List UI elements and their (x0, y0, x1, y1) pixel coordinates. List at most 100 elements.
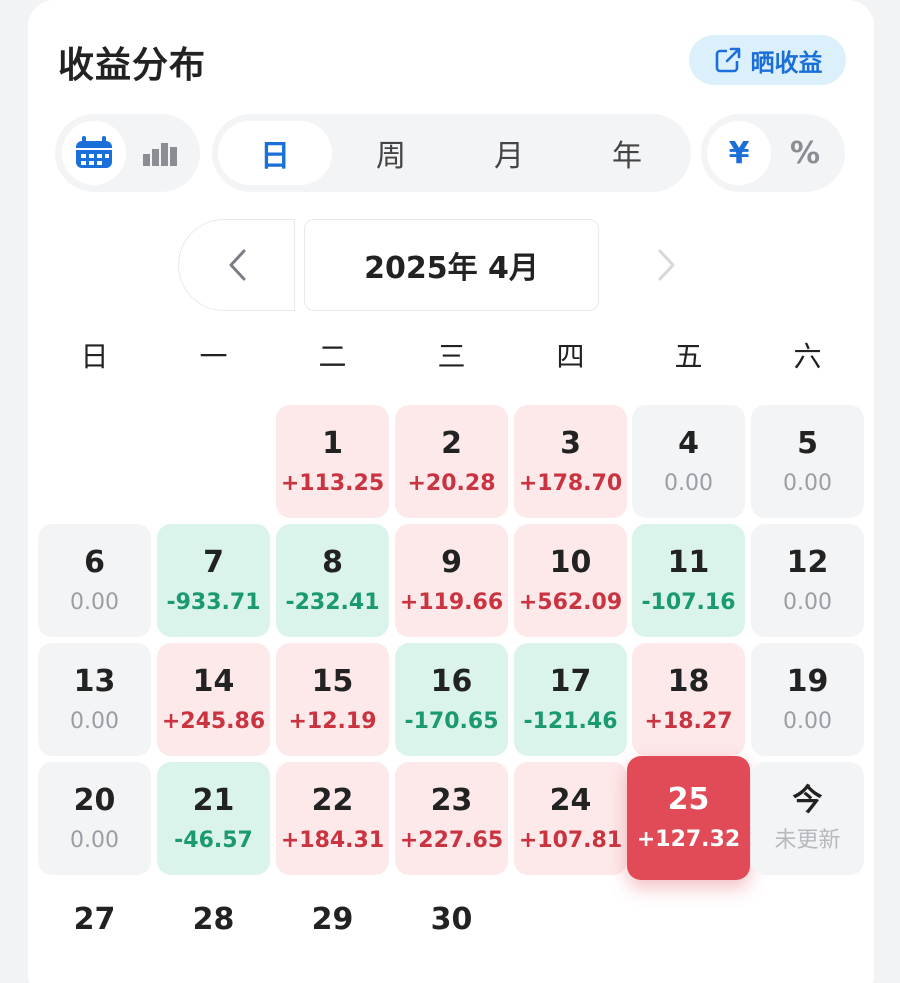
day-number: 27 (73, 902, 116, 937)
weekday-label: 日 (80, 340, 109, 373)
page-title: 收益分布 (58, 45, 207, 86)
day-number: 10 (549, 544, 592, 580)
calendar-day[interactable]: 17 -121.46 (514, 643, 627, 756)
day-earnings: +18.27 (644, 708, 733, 734)
calendar-day[interactable]: 11 -107.16 (632, 524, 745, 637)
tab-week[interactable]: 周 (334, 121, 448, 185)
day-number: 今 (792, 782, 823, 818)
calendar-day[interactable]: 3 +178.70 (514, 405, 627, 518)
weekday-label: 六 (793, 340, 822, 373)
calendar-day[interactable]: 28 (157, 881, 270, 983)
calendar-day[interactable]: 27 (38, 881, 151, 983)
day-number: 22 (311, 782, 354, 818)
day-number: 30 (430, 902, 473, 937)
day-earnings: +227.65 (399, 827, 504, 853)
calendar-day[interactable]: 23 +227.65 (395, 762, 508, 875)
calendar-day[interactable]: 25 +127.32 (627, 756, 750, 880)
day-number: 8 (322, 544, 343, 580)
day-number: 14 (192, 663, 235, 699)
tab-year[interactable]: 年 (570, 121, 684, 185)
calendar-day[interactable]: 5 0.00 (751, 405, 864, 518)
period-tabs: 日 周 月 年 (212, 114, 691, 192)
calendar-day[interactable]: 6 0.00 (38, 524, 151, 637)
chevron-left-icon (229, 249, 245, 281)
calendar-day[interactable]: 16 -170.65 (395, 643, 508, 756)
calendar-view-button[interactable] (62, 121, 126, 185)
day-earnings: -107.16 (641, 589, 736, 615)
day-earnings: +119.66 (399, 589, 504, 615)
next-month-button[interactable] (608, 219, 725, 311)
calendar-icon (76, 136, 112, 168)
day-number: 13 (73, 663, 116, 699)
day-number: 19 (786, 663, 829, 699)
earnings-distribution-card: 收益分布 晒收益 日 周 月 年 ¥ % 2025年 4月 日 一 二 三 四 … (28, 0, 874, 983)
calendar-day[interactable]: 7 -933.71 (157, 524, 270, 637)
bar-chart-icon (143, 143, 177, 166)
calendar-day[interactable]: 14 +245.86 (157, 643, 270, 756)
weekday-label: 三 (437, 340, 466, 373)
day-earnings: 0.00 (70, 589, 119, 615)
calendar-day[interactable]: 4 0.00 (632, 405, 745, 518)
unit-percent-button[interactable]: % (773, 121, 837, 185)
day-earnings: -121.46 (523, 708, 618, 734)
day-number: 12 (786, 544, 829, 580)
day-earnings: -232.41 (285, 589, 380, 615)
chart-view-button[interactable] (129, 121, 193, 185)
weekday-label: 四 (556, 340, 585, 373)
day-number: 6 (84, 544, 105, 580)
calendar-day[interactable]: 20 0.00 (38, 762, 151, 875)
calendar-day[interactable]: 19 0.00 (751, 643, 864, 756)
current-month-label[interactable]: 2025年 4月 (304, 219, 599, 311)
tab-month[interactable]: 月 (452, 121, 566, 185)
day-earnings: 未更新 (774, 827, 841, 853)
calendar-day[interactable]: 1 +113.25 (276, 405, 389, 518)
calendar-day[interactable]: 18 +18.27 (632, 643, 745, 756)
day-earnings: 0.00 (70, 827, 119, 853)
day-earnings: 0.00 (783, 470, 832, 496)
day-earnings: -170.65 (404, 708, 499, 734)
day-number: 15 (311, 663, 354, 699)
day-earnings: +562.09 (518, 589, 623, 615)
weekday-label: 二 (318, 340, 347, 373)
calendar-day[interactable]: 2 +20.28 (395, 405, 508, 518)
day-earnings: +12.19 (288, 708, 377, 734)
day-earnings: +178.70 (518, 470, 623, 496)
day-earnings: 0.00 (783, 708, 832, 734)
calendar-day-today[interactable]: 今未更新 (751, 762, 864, 875)
unit-toggle: ¥ % (701, 114, 845, 192)
calendar-day[interactable]: 9 +119.66 (395, 524, 508, 637)
day-number: 24 (549, 782, 592, 818)
share-earnings-button[interactable]: 晒收益 (689, 35, 846, 85)
calendar-day[interactable]: 30 (395, 881, 508, 983)
day-number: 17 (549, 663, 592, 699)
prev-month-button[interactable] (178, 219, 295, 311)
unit-amount-button[interactable]: ¥ (707, 121, 771, 185)
calendar-day[interactable]: 29 (276, 881, 389, 983)
calendar-day[interactable]: 13 0.00 (38, 643, 151, 756)
day-number: 28 (192, 902, 235, 937)
day-number: 20 (73, 782, 116, 818)
share-label: 晒收益 (750, 48, 823, 77)
day-number: 1 (322, 425, 343, 461)
day-earnings: +245.86 (161, 708, 266, 734)
day-number: 21 (192, 782, 235, 818)
day-earnings: +107.81 (518, 827, 623, 853)
calendar-day[interactable]: 8 -232.41 (276, 524, 389, 637)
calendar-day[interactable]: 12 0.00 (751, 524, 864, 637)
day-number: 16 (430, 663, 473, 699)
day-earnings: +127.32 (636, 827, 741, 852)
day-earnings: -933.71 (166, 589, 261, 615)
calendar-day[interactable]: 22 +184.31 (276, 762, 389, 875)
day-number: 9 (441, 544, 462, 580)
day-number: 3 (560, 425, 581, 461)
tab-day[interactable]: 日 (218, 121, 332, 185)
day-number: 29 (311, 902, 354, 937)
calendar-day[interactable]: 24 +107.81 (514, 762, 627, 875)
day-earnings: 0.00 (70, 708, 119, 734)
calendar-day[interactable]: 21 -46.57 (157, 762, 270, 875)
calendar-day[interactable]: 10 +562.09 (514, 524, 627, 637)
day-number: 5 (797, 425, 818, 461)
calendar-day[interactable]: 15 +12.19 (276, 643, 389, 756)
day-number: 23 (430, 782, 473, 818)
weekday-label: 五 (674, 340, 703, 373)
